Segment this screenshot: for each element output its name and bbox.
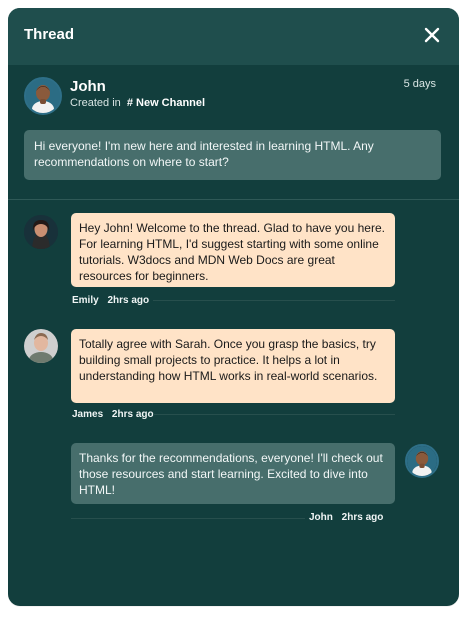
- reply-meta-emily: Emily 2hrs ago: [72, 295, 149, 306]
- reply-divider: [71, 518, 305, 519]
- reply-time: 2hrs ago: [107, 295, 150, 306]
- reply-message-emily: Hey John! Welcome to the thread. Glad to…: [71, 213, 395, 287]
- original-post-message: Hi everyone! I'm new here and interested…: [24, 130, 441, 180]
- reply-time: 2hrs ago: [111, 409, 154, 420]
- john-avatar: [24, 77, 62, 115]
- thread-header: Thread: [8, 8, 459, 65]
- reply-meta-john: John 2hrs ago: [309, 512, 383, 523]
- created-in-label: Created in: [70, 97, 121, 109]
- person-avatar-icon: [24, 215, 58, 249]
- person-avatar-icon: [24, 329, 58, 363]
- reply-message-james: Totally agree with Sarah. Once you grasp…: [71, 329, 395, 403]
- john-reply-avatar: [405, 444, 439, 478]
- reply-author: James: [72, 409, 104, 420]
- reply-divider: [153, 300, 395, 301]
- reply-time: 2hrs ago: [341, 512, 384, 523]
- original-post-author: John: [70, 78, 106, 95]
- created-in-info: Created in # New Channel: [70, 97, 205, 109]
- reply-meta-james: James 2hrs ago: [72, 409, 154, 420]
- reply-divider: [153, 414, 395, 415]
- reply-author: Emily: [72, 295, 99, 306]
- original-post-time: 5 days: [403, 78, 436, 90]
- emily-avatar: [24, 215, 58, 249]
- reply-author: John: [309, 512, 333, 523]
- person-avatar-icon: [26, 79, 60, 113]
- person-avatar-icon: [407, 446, 437, 476]
- thread-title: Thread: [24, 26, 75, 43]
- reply-message-john: Thanks for the recommendations, everyone…: [71, 443, 395, 504]
- close-icon: [424, 27, 440, 43]
- james-avatar: [24, 329, 58, 363]
- close-button[interactable]: [422, 25, 442, 45]
- thread-panel: Thread John Created in # New Channel 5 d…: [8, 8, 459, 606]
- channel-link[interactable]: # New Channel: [127, 97, 205, 109]
- thread-divider: [8, 199, 459, 200]
